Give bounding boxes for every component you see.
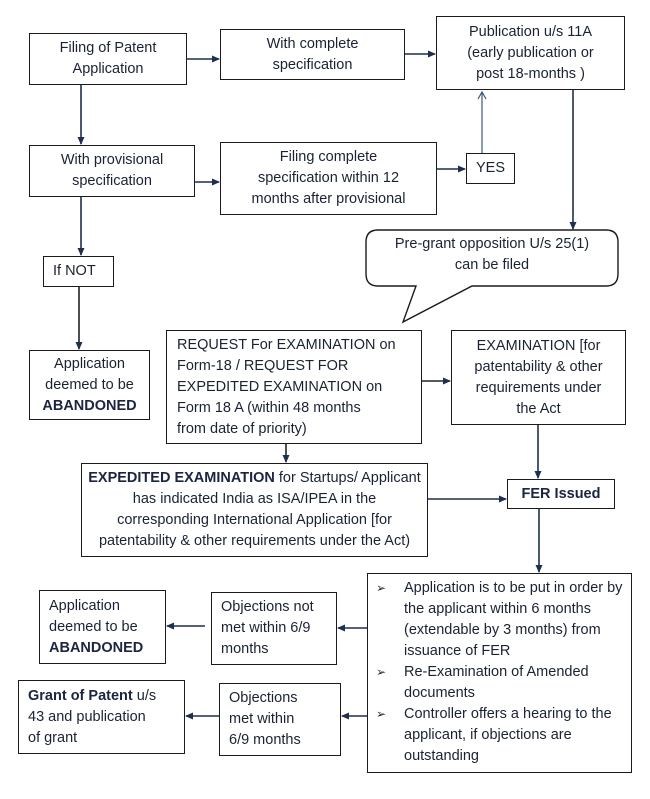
node-examination: EXAMINATION [for patentability & other r… bbox=[451, 330, 626, 425]
node-line: Application bbox=[72, 61, 144, 77]
node-line: months after provisional bbox=[251, 191, 406, 207]
node-line: met within bbox=[229, 711, 295, 727]
node-with-complete-specification: With complete specification bbox=[220, 29, 405, 80]
node-line: patentability & other requirements under… bbox=[98, 533, 411, 549]
node-fer-issued: FER Issued bbox=[507, 479, 615, 509]
node-line: has indicated India as ISA/IPEA in the bbox=[132, 491, 377, 507]
node-line: EXPEDITED EXAMINATION on bbox=[177, 378, 383, 395]
node-label: YES bbox=[475, 160, 505, 176]
node-expedited-examination: EXPEDITED EXAMINATION for Startups/ Appl… bbox=[81, 463, 428, 557]
node-line: deemed to be bbox=[45, 376, 134, 393]
node-yes: YES bbox=[466, 153, 515, 184]
node-line: months bbox=[221, 641, 269, 657]
node-if-not: If NOT bbox=[43, 256, 114, 287]
fer-action-text: Application is to be put in order by the… bbox=[404, 580, 623, 659]
node-line: EXAMINATION [for bbox=[476, 337, 601, 354]
node-bold-label: Grant of Patent bbox=[28, 687, 133, 704]
node-line-rest: for Startups/ Applicant bbox=[274, 470, 421, 486]
callout-line: can be filed bbox=[454, 257, 530, 273]
fer-actions-list: ➢ Application is to be put in order by t… bbox=[368, 578, 627, 767]
node-line: Objections not bbox=[221, 599, 314, 615]
node-line: Filing complete bbox=[279, 149, 378, 165]
node-application-abandoned-2: Application deemed to be ABANDONED bbox=[39, 590, 166, 664]
node-with-provisional-specification: With provisional specification bbox=[29, 145, 195, 197]
node-line: Filing of Patent bbox=[59, 40, 157, 56]
node-request-for-examination: REQUEST For EXAMINATION on Form-18 / REQ… bbox=[166, 330, 422, 444]
node-line: Form 18 A (within 48 months bbox=[177, 399, 361, 416]
node-line: Form-18 / REQUEST FOR bbox=[177, 357, 349, 374]
arrow-bullet-icon: ➢ bbox=[376, 707, 387, 721]
node-line: of grant bbox=[28, 729, 78, 746]
node-line: Application bbox=[54, 355, 125, 372]
node-label: If NOT bbox=[53, 263, 96, 279]
node-fer-actions: ➢ Application is to be put in order by t… bbox=[367, 573, 632, 773]
node-line: REQUEST For EXAMINATION on bbox=[177, 336, 396, 353]
node-label: FER Issued bbox=[521, 485, 601, 502]
arrow-bullet-icon: ➢ bbox=[376, 665, 387, 679]
node-line: patentability & other bbox=[474, 358, 603, 375]
node-bold-label: ABANDONED bbox=[42, 397, 137, 414]
node-line: With provisional bbox=[60, 152, 164, 168]
fer-action-text: Re-Examination of Amended documents bbox=[404, 664, 589, 701]
node-objections-met: Objections met within 6/9 months bbox=[219, 683, 341, 756]
pregrant-opposition-callout: Pre-grant opposition U/s 25(1) can be fi… bbox=[370, 234, 614, 276]
fer-action-text: Controller offers a hearing to the appli… bbox=[404, 706, 612, 764]
node-line: requirements under bbox=[475, 379, 602, 396]
node-line: the Act bbox=[516, 400, 561, 417]
node-line: from date of priority) bbox=[177, 420, 307, 437]
node-line: corresponding International Application … bbox=[117, 512, 392, 528]
node-line: Application bbox=[49, 597, 120, 614]
node-line: With complete bbox=[266, 35, 359, 52]
fer-action-item: ➢ Application is to be put in order by t… bbox=[368, 578, 627, 662]
node-filing-complete-within-12-months: Filing complete specification within 12 … bbox=[220, 142, 437, 215]
node-objections-not-met: Objections not met within 6/9 months bbox=[211, 592, 337, 665]
node-bold-label: ABANDONED bbox=[49, 639, 144, 656]
fer-action-item: ➢ Controller offers a hearing to the app… bbox=[368, 704, 627, 767]
node-line: specification within 12 bbox=[257, 170, 400, 186]
node-line: specification bbox=[272, 56, 353, 73]
node-publication-11a: Publication u/s 11A (early publication o… bbox=[436, 16, 625, 90]
node-line: 43 and publication bbox=[28, 708, 146, 725]
node-grant-of-patent: Grant of Patent u/s 43 and publication o… bbox=[18, 680, 185, 754]
node-line: met within 6/9 bbox=[221, 620, 311, 636]
arrow-bullet-icon: ➢ bbox=[376, 581, 387, 595]
node-line: 6/9 months bbox=[229, 732, 301, 748]
node-line: deemed to be bbox=[49, 618, 138, 635]
callout-line: Pre-grant opposition U/s 25(1) bbox=[394, 236, 590, 252]
node-line: specification bbox=[72, 173, 152, 189]
fer-action-item: ➢ Re-Examination of Amended documents bbox=[368, 662, 627, 704]
node-first-line: Grant of Patent u/s bbox=[28, 686, 178, 707]
node-first-line: EXPEDITED EXAMINATION for Startups/ Appl… bbox=[88, 468, 421, 489]
node-filing-of-patent-application: Filing of Patent Application bbox=[29, 33, 187, 85]
node-bold-label: EXPEDITED EXAMINATION bbox=[88, 470, 275, 486]
node-line: Publication u/s 11A bbox=[468, 23, 593, 40]
node-application-abandoned-1: Application deemed to be ABANDONED bbox=[29, 350, 150, 420]
node-line-rest: u/s bbox=[132, 687, 157, 704]
node-line: Objections bbox=[229, 690, 298, 706]
node-line: post 18-months ) bbox=[476, 65, 585, 82]
node-line: (early publication or bbox=[467, 44, 594, 61]
